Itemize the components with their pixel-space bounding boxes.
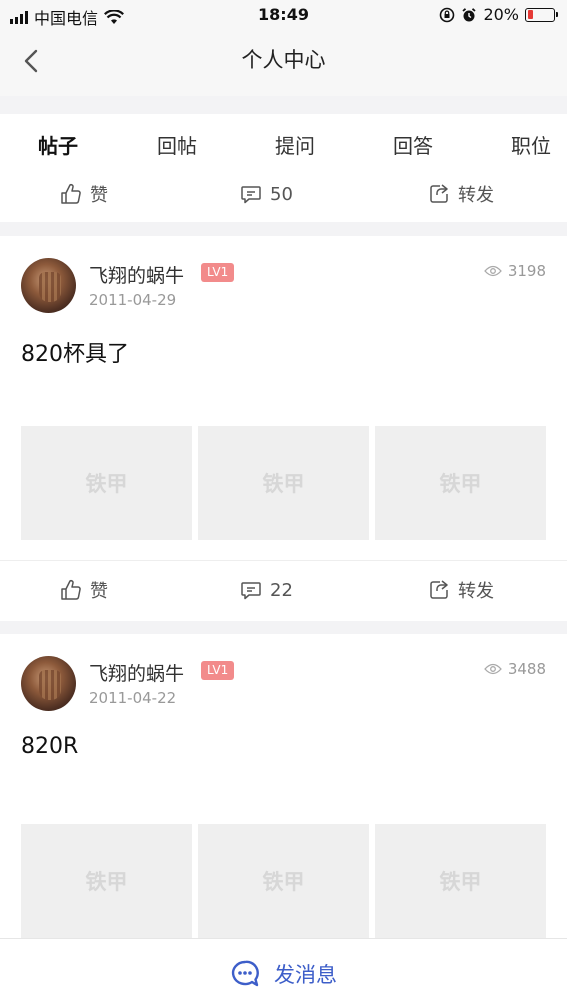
- avatar[interactable]: [21, 656, 76, 711]
- view-count: 3488: [483, 660, 546, 678]
- view-count-value: 3198: [507, 262, 546, 280]
- post-text[interactable]: 820R: [21, 734, 78, 759]
- nav-bar: 个人中心: [0, 30, 567, 96]
- post-image[interactable]: 铁甲: [375, 426, 546, 540]
- chat-bubble-icon: [231, 960, 259, 987]
- bottom-bar: 发消息: [0, 938, 567, 1008]
- post-image[interactable]: 铁甲: [21, 426, 192, 540]
- share-icon: [430, 580, 448, 599]
- thumbs-up-icon: [61, 579, 81, 600]
- username[interactable]: 飞翔的蜗牛: [89, 261, 184, 288]
- battery-fill: [527, 10, 533, 19]
- page-title: 个人中心: [241, 48, 326, 72]
- send-message-label: 发消息: [274, 963, 337, 987]
- post-text[interactable]: 820杯具了: [21, 336, 129, 368]
- send-message-button[interactable]: 发消息: [0, 959, 567, 989]
- comment-count: 22: [270, 579, 293, 601]
- alarm-icon: [462, 7, 477, 21]
- share-label: 转发: [458, 185, 494, 206]
- share-icon: [430, 184, 448, 203]
- level-badge: LV1: [201, 661, 235, 680]
- tab-posts[interactable]: 帖子: [38, 130, 78, 159]
- username[interactable]: 飞翔的蜗牛: [89, 659, 184, 686]
- post-date: 2011-04-29: [89, 291, 177, 309]
- post-image[interactable]: 铁甲: [375, 824, 546, 938]
- post-card[interactable]: 飞翔的蜗牛 LV1 2011-04-29 3198 820杯具了 铁甲 铁甲 铁…: [0, 236, 567, 621]
- battery-icon: [525, 7, 558, 22]
- battery-percent: 20%: [483, 5, 519, 24]
- like-label: 赞: [90, 185, 108, 206]
- rotation-lock-icon: [440, 7, 455, 22]
- post-action-bar: 赞 50 转发: [0, 166, 567, 222]
- share-button[interactable]: 转发: [428, 166, 494, 222]
- comment-icon: [241, 186, 261, 204]
- comment-count: 50: [270, 183, 293, 205]
- post-image[interactable]: 铁甲: [198, 426, 369, 540]
- post-card[interactable]: 飞翔的蜗牛 LV1 2011-04-22 3488 820R 铁甲 铁甲 铁甲: [0, 634, 567, 938]
- like-label: 赞: [90, 581, 108, 602]
- level-badge: LV1: [201, 263, 235, 282]
- tab-questions[interactable]: 提问: [275, 130, 315, 159]
- comment-button[interactable]: 50: [240, 166, 293, 222]
- status-bar: 中国电信 18:49 20%: [0, 0, 567, 30]
- view-count-value: 3488: [507, 660, 546, 678]
- tab-replies[interactable]: 回帖: [157, 130, 197, 159]
- tab-jobs[interactable]: 职位: [511, 130, 551, 159]
- post-image[interactable]: 铁甲: [21, 824, 192, 938]
- tab-answers[interactable]: 回答: [393, 130, 433, 159]
- like-button[interactable]: 赞: [60, 166, 108, 222]
- thumbs-up-icon: [61, 183, 81, 204]
- divider: [0, 560, 567, 561]
- post-action-bar: 赞 22 转发: [0, 562, 567, 618]
- eye-icon: [483, 265, 502, 277]
- comment-icon: [241, 582, 261, 600]
- eye-icon: [483, 663, 502, 675]
- like-button[interactable]: 赞: [60, 562, 108, 618]
- view-count: 3198: [483, 262, 546, 280]
- post-date: 2011-04-22: [89, 689, 177, 707]
- share-button[interactable]: 转发: [428, 562, 494, 618]
- tab-bar: 帖子 回帖 提问 回答 职位: [0, 114, 567, 174]
- avatar[interactable]: [21, 258, 76, 313]
- share-label: 转发: [458, 581, 494, 602]
- comment-button[interactable]: 22: [240, 562, 293, 618]
- post-image[interactable]: 铁甲: [198, 824, 369, 938]
- status-right: 20%: [439, 5, 558, 24]
